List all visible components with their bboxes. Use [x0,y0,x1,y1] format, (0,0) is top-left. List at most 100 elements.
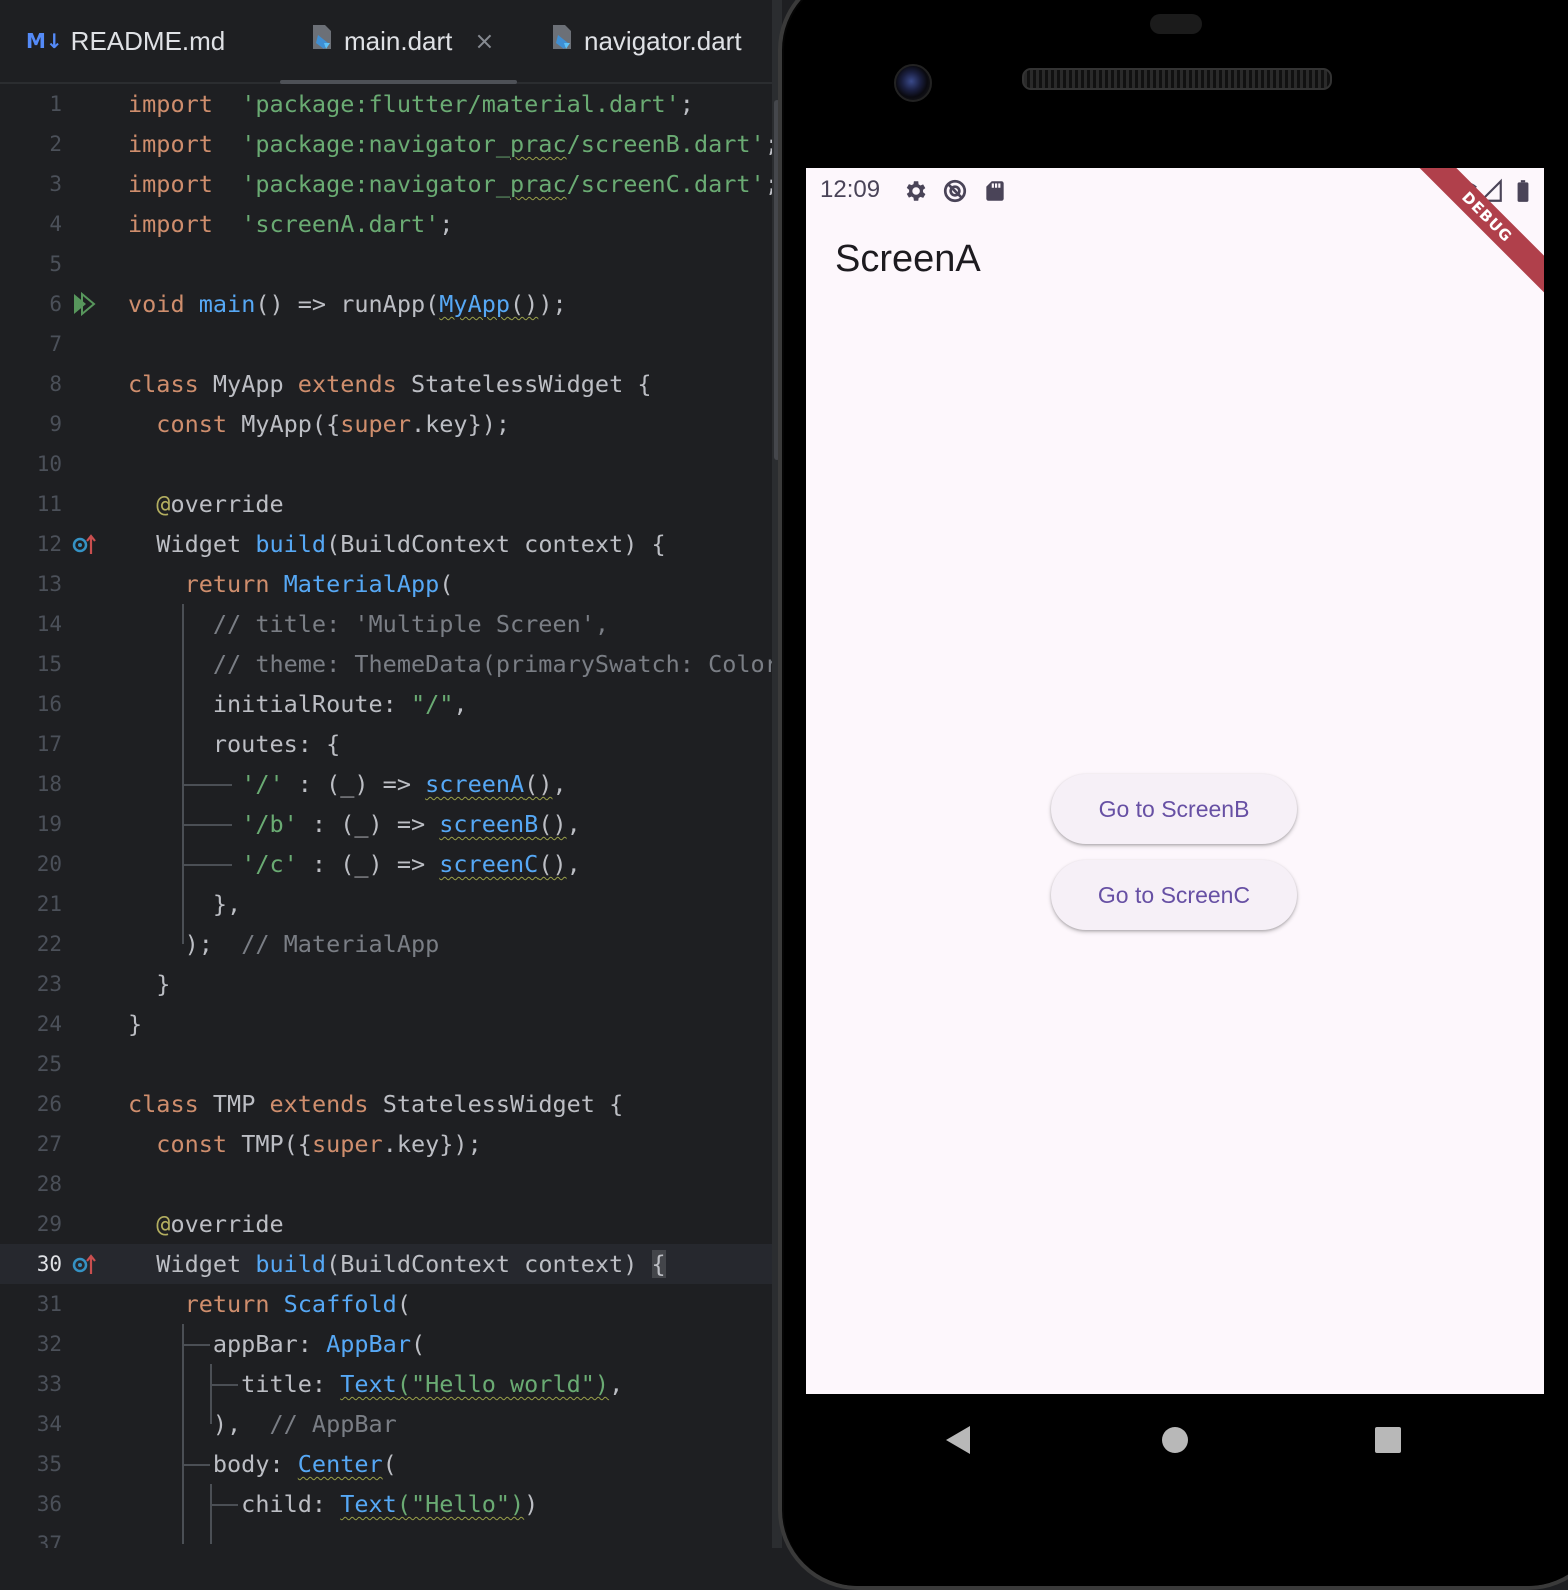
code-line[interactable]: 13 return MaterialApp( [0,564,772,604]
code-line[interactable]: 9 const MyApp({super.key}); [0,404,772,444]
code-line[interactable]: 10 [0,444,772,484]
code-token: ("Hello world") [396,1370,610,1398]
code-token: : (_) => [297,810,440,838]
code-line[interactable]: 34 ), // AppBar [0,1404,772,1444]
code-token: prac [510,130,567,158]
code-line[interactable]: 29 @override [0,1204,772,1244]
settings-gear-icon [906,181,926,201]
code-token: StatelessWidget { [396,370,652,398]
code-token: return [184,1290,270,1318]
code-line[interactable]: 23 } [0,964,772,1004]
code-text: routes: { [128,724,340,764]
line-number: 35 [36,1452,62,1476]
code-token: } [128,970,171,998]
code-token: ; [765,170,772,198]
code-line[interactable]: 11 @override [0,484,772,524]
code-token: ), [128,1410,270,1438]
code-token: build [255,1250,327,1278]
code-line[interactable]: 1 import 'package:flutter/material.dart'; [0,84,772,124]
code-token: ( [382,1450,397,1478]
line-number: 36 [36,1492,62,1516]
do-not-disturb-icon [943,179,967,203]
code-editor[interactable]: M↓ README.md main.dart × navigator.dart … [0,0,772,1548]
code-line[interactable]: 32 appBar: AppBar( [0,1324,772,1364]
home-icon[interactable] [1155,1420,1195,1460]
recents-icon[interactable] [1368,1420,1408,1460]
phone-screen[interactable]: 12:09 DEBUG ScreenA Go to ScreenB Go to … [806,168,1544,1394]
code-line[interactable]: 14 // title: 'Multiple Screen', [0,604,772,644]
code-text: appBar: AppBar( [128,1324,425,1364]
code-line[interactable]: 4 import 'screenA.dart'; [0,204,772,244]
code-token: 'package:flutter/material.dart' [241,90,680,118]
tab-label: navigator.dart [584,25,742,56]
tab-navigator-dart[interactable]: navigator.dart [550,0,742,82]
override-icon[interactable] [72,1252,98,1276]
code-token: () [524,770,553,798]
code-line[interactable]: 28 [0,1164,772,1204]
code-text: title: Text("Hello world"), [128,1364,623,1404]
code-token: extends [297,370,397,398]
code-line[interactable]: 26 class TMP extends StatelessWidget { [0,1084,772,1124]
line-number: 12 [36,532,62,556]
code-line[interactable]: 24} [0,1004,772,1044]
code-line[interactable]: 31 return Scaffold( [0,1284,772,1324]
code-text: // title: 'Multiple Screen', [128,604,609,644]
code-token: ; [765,130,772,158]
line-number: 31 [36,1292,62,1316]
run-icon[interactable] [72,292,98,316]
code-line[interactable]: 3 import 'package:navigator_prac/screenC.… [0,164,772,204]
code-line[interactable]: 7 [0,324,772,364]
code-line[interactable]: 2 import 'package:navigator_prac/screenB.… [0,124,772,164]
code-line[interactable]: 21 }, [0,884,772,924]
code-line[interactable]: 5 [0,244,772,284]
line-number: 32 [36,1332,62,1356]
override-icon[interactable] [72,532,98,556]
code-line[interactable]: 8 class MyApp extends StatelessWidget { [0,364,772,404]
code-token: // MaterialApp [241,930,440,958]
code-line[interactable]: 18 '/' : (_) => screenA(), [0,764,772,804]
code-token: Text [340,1490,397,1518]
indent-guide [210,1484,212,1544]
code-line[interactable]: 17 routes: { [0,724,772,764]
code-line[interactable]: 25 [0,1044,772,1084]
code-token: screenB [439,810,539,838]
code-line[interactable]: 37 [0,1524,772,1548]
code-line[interactable]: 19 '/b' : (_) => screenB(), [0,804,772,844]
code-line[interactable]: 22 ); // MaterialApp [0,924,772,964]
go-to-screenb-button[interactable]: Go to ScreenB [1051,774,1297,844]
code-text: @override [128,1204,283,1244]
tab-main-dart[interactable]: main.dart × [280,0,516,84]
code-token: 'package:navigator_ [241,130,511,158]
code-line[interactable]: 15 // theme: ThemeData(primarySwatch: Co… [0,644,772,684]
go-to-screenc-button[interactable]: Go to ScreenC [1051,860,1297,930]
code-token: body: [128,1450,298,1478]
code-line[interactable]: 16 initialRoute: "/", [0,684,772,724]
line-number: 17 [36,732,62,756]
code-text: class MyApp extends StatelessWidget { [128,364,652,404]
code-token: Text [340,1370,397,1398]
code-line[interactable]: 35 body: Center( [0,1444,772,1484]
markdown-icon: M↓ [26,29,63,53]
tab-readme[interactable]: M↓ README.md [26,0,225,82]
indent-branch [182,864,232,866]
code-line[interactable]: 20 '/c' : (_) => screenC(), [0,844,772,884]
earpiece-speaker [1022,68,1332,90]
code-token: () [538,810,567,838]
code-line[interactable]: 36 child: Text("Hello")) [0,1484,772,1524]
code-token: override [170,490,284,518]
close-icon[interactable]: × [474,27,494,55]
indent-guide [182,604,184,944]
code-line[interactable]: 27 const TMP({super.key}); [0,1124,772,1164]
code-line[interactable]: 12 Widget build(BuildContext context) { [0,524,772,564]
code-line[interactable]: 30 Widget build(BuildContext context) { [0,1244,772,1284]
code-line[interactable]: 6 void main() => runApp(MyApp()); [0,284,772,324]
code-line[interactable]: 33 title: Text("Hello world"), [0,1364,772,1404]
line-number: 2 [49,132,62,156]
back-icon[interactable] [940,1420,980,1460]
